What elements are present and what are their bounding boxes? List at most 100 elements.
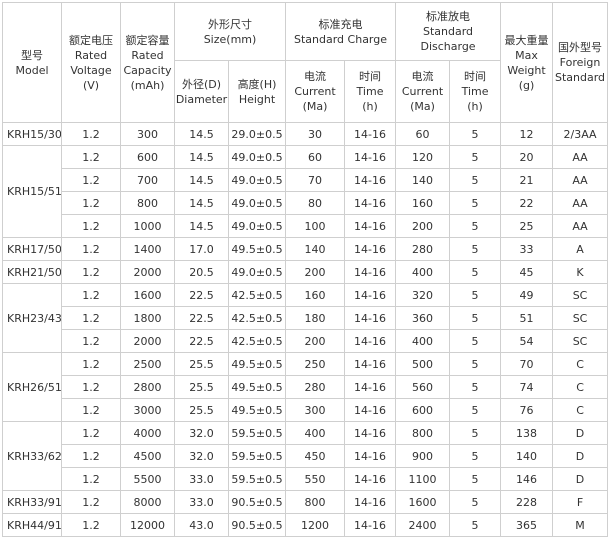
header-voltage: 额定电压 Rated Voltage (V)	[61, 2, 121, 123]
table-cell: 33.0	[174, 490, 229, 514]
table-cell: 17.0	[174, 237, 229, 261]
model-cell: KRH15/30	[2, 122, 62, 146]
table-cell: 1.2	[61, 168, 121, 192]
table-cell: 1.2	[61, 398, 121, 422]
table-cell: 49.5±0.5	[228, 375, 286, 399]
header-standard-discharge: 标准放电 Standard Discharge	[395, 2, 502, 61]
table-cell: 1.2	[61, 306, 121, 330]
model-cell: KRH33/91	[2, 490, 62, 514]
table-cell: 1.2	[61, 237, 121, 261]
table-cell: 12	[500, 122, 554, 146]
table-cell: 365	[500, 513, 554, 537]
table-cell: 25	[500, 214, 554, 238]
table-cell: 14-16	[343, 421, 397, 445]
table-cell: 1.2	[61, 260, 121, 284]
table-cell: A	[552, 237, 609, 261]
table-row: 1.2 700 14.5 49.0±0.5 70 14-16 140 5 21 AA	[3, 168, 609, 192]
table-cell: 5	[449, 237, 502, 261]
table-cell: 140	[500, 444, 554, 468]
header-charge-current: 电流 Current (Ma)	[285, 60, 345, 123]
table-cell: 22	[500, 191, 554, 215]
table-cell: 14-16	[343, 444, 397, 468]
table-cell: 450	[285, 444, 345, 468]
table-cell: 4500	[120, 444, 175, 468]
table-cell: 12000	[120, 513, 175, 537]
table-cell: 160	[395, 191, 451, 215]
header-size: 外形尺寸 Size(mm)	[174, 2, 286, 61]
table-cell: 200	[285, 329, 345, 353]
table-cell: 14-16	[343, 260, 397, 284]
table-row: KRH33/62 1.2 4000 32.0 59.5±0.5 400 14-16 800 5 1…	[2, 421, 609, 491]
table-cell: 1.2	[61, 352, 121, 376]
table-cell: 300	[285, 398, 345, 422]
table-cell: 29.0±0.5	[228, 122, 286, 146]
table-cell: 74	[500, 375, 554, 399]
table-cell: 59.5±0.5	[228, 467, 286, 491]
table-cell: 5	[449, 283, 502, 307]
table-cell: 60	[395, 122, 451, 146]
model-cell: KRH15/51	[2, 145, 62, 238]
model-cell: KRH21/50	[2, 260, 62, 284]
header-model: 型号 Model	[2, 2, 62, 123]
table-cell: 1.2	[61, 329, 121, 353]
table-cell: 1.2	[61, 513, 121, 537]
table-cell: C	[552, 375, 609, 399]
table-cell: SC	[552, 283, 609, 307]
table-cell: 49.0±0.5	[228, 191, 286, 215]
table-cell: 59.5±0.5	[228, 444, 286, 468]
table-cell: 800	[395, 421, 451, 445]
table-cell: 25.5	[174, 398, 229, 422]
table-cell: 1000	[120, 214, 175, 238]
table-cell: 60	[285, 145, 345, 169]
table-cell: 90.5±0.5	[228, 513, 286, 537]
table-cell: 400	[395, 329, 451, 353]
table-cell: 1.2	[61, 421, 121, 445]
table-cell: 1.2	[61, 191, 121, 215]
table-cell: 5500	[120, 467, 175, 491]
table-cell: 180	[285, 306, 345, 330]
header-diameter: 外径(D) Diameter	[174, 60, 229, 123]
table-cell: 14.5	[174, 145, 229, 169]
table-cell: 14-16	[343, 375, 397, 399]
table-cell: 2500	[120, 352, 175, 376]
header-standard-charge: 标准充电 Standard Charge	[284, 2, 397, 61]
table-cell: 5	[449, 421, 502, 445]
table-cell: 5	[449, 214, 502, 238]
table-body: KRH15/30 1.2 300 14.5 29.0±0.5 30 14-16 60 5 12 2/…	[2, 122, 609, 537]
table-cell: 76	[500, 398, 554, 422]
table-cell: 14.5	[174, 168, 229, 192]
table-cell: 14.5	[174, 191, 229, 215]
table-cell: 30	[285, 122, 345, 146]
table-cell: 5	[449, 329, 502, 353]
table-cell: 5	[449, 444, 502, 468]
table-cell: 4000	[120, 421, 175, 445]
table-cell: 700	[120, 168, 175, 192]
table-row: 1.2 5500 33.0 59.5±0.5 550 14-16 1100 5 146 D	[3, 467, 609, 491]
table-cell: 32.0	[174, 421, 229, 445]
table-cell: 140	[395, 168, 451, 192]
table-cell: 2400	[395, 513, 451, 537]
table-cell: 140	[285, 237, 345, 261]
table-cell: 300	[120, 122, 175, 146]
table-row: 1.2 1000 14.5 49.0±0.5 100 14-16 200 5 25 AA	[3, 214, 609, 238]
table-cell: 900	[395, 444, 451, 468]
table-cell: 280	[395, 237, 451, 261]
table-cell: 80	[285, 191, 345, 215]
model-cell: KRH44/91	[2, 513, 62, 537]
battery-spec-table: 型号 Model 额定电压 Rated Voltage (V) 额定容量 Rated Cap…	[2, 2, 609, 537]
header-foreign-standard: 国外型号 Foreign Standard	[552, 2, 609, 123]
table-row: 1.2 4500 32.0 59.5±0.5 450 14-16 900 5 140 D	[3, 444, 609, 468]
table-row: KRH23/43 1.2 1600 22.5 42.5±0.5 160 14-16 320 5 4…	[2, 283, 609, 353]
table-cell: 1.2	[61, 467, 121, 491]
table-cell: 25.5	[174, 352, 229, 376]
table-cell: 14-16	[343, 398, 397, 422]
table-cell: 49.5±0.5	[228, 398, 286, 422]
table-cell: 1.2	[61, 145, 121, 169]
table-cell: 49	[500, 283, 554, 307]
table-cell: 5	[449, 467, 502, 491]
table-cell: 14-16	[343, 168, 397, 192]
table-cell: 550	[285, 467, 345, 491]
table-cell: 43.0	[174, 513, 229, 537]
table-cell: SC	[552, 329, 609, 353]
table-cell: AA	[552, 145, 609, 169]
